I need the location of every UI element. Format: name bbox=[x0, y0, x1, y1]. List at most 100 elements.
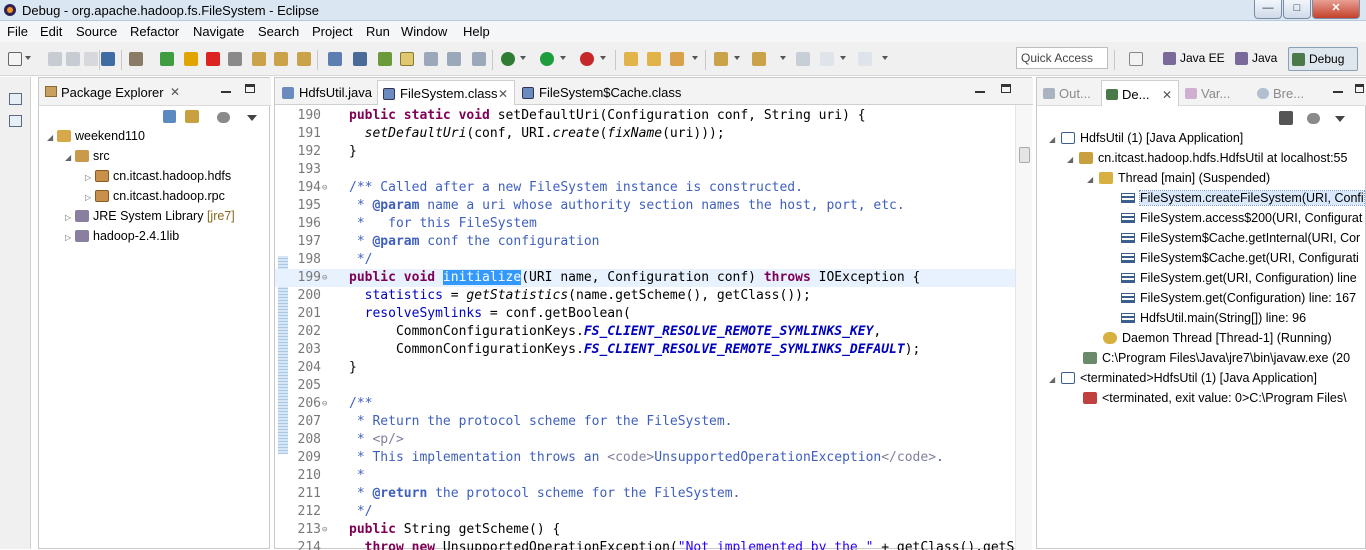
expanded-icon[interactable]: ◢ bbox=[65, 153, 75, 162]
debug-node-daemon-thread[interactable]: Daemon Thread [Thread-1] (Running) bbox=[1103, 329, 1332, 347]
open-task-icon[interactable] bbox=[670, 52, 684, 66]
close-window-button[interactable]: ✕ bbox=[1312, 0, 1360, 19]
toggle-block-selection-icon[interactable] bbox=[424, 52, 438, 66]
tab-outline[interactable]: Out... bbox=[1039, 80, 1099, 106]
debug-node-terminated-process[interactable]: <terminated, exit value: 0>C:\Program Fi… bbox=[1083, 389, 1347, 407]
stack-frame[interactable]: FileSystem$Cache.get(URI, Configurati bbox=[1121, 249, 1359, 267]
new-icon[interactable] bbox=[8, 52, 22, 66]
stack-frame[interactable]: FileSystem.access$200(URI, Configurat bbox=[1121, 209, 1362, 227]
minimize-icon[interactable] bbox=[1333, 91, 1343, 93]
tab-filesystem-class[interactable]: FileSystem.class ✕ bbox=[377, 80, 515, 105]
close-tab-icon[interactable]: ✕ bbox=[1162, 88, 1172, 102]
external-tools-dropdown-arrow[interactable] bbox=[600, 56, 606, 60]
tree-item-src[interactable]: ◢ src bbox=[65, 149, 110, 167]
collapsed-icon[interactable]: ▷ bbox=[65, 233, 75, 242]
expanded-icon[interactable]: ◢ bbox=[1087, 171, 1099, 189]
remove-terminated-icon[interactable] bbox=[1279, 111, 1293, 125]
menu-run[interactable]: Run bbox=[366, 24, 390, 39]
debug-node-process[interactable]: C:\Program Files\Java\jre7\bin\javaw.exe… bbox=[1083, 349, 1350, 367]
step-return-icon[interactable] bbox=[297, 52, 311, 66]
tab-debug[interactable]: De... ✕ bbox=[1101, 80, 1179, 106]
show-whitespace-icon[interactable] bbox=[447, 52, 461, 66]
minimize-icon[interactable] bbox=[975, 91, 985, 93]
open-type-icon[interactable] bbox=[378, 52, 392, 66]
run-dropdown-arrow[interactable] bbox=[560, 56, 566, 60]
menu-project[interactable]: Project bbox=[312, 24, 352, 39]
maximize-button[interactable]: □ bbox=[1283, 0, 1311, 19]
drop-to-frame-icon[interactable] bbox=[353, 52, 367, 66]
perspective-java-ee[interactable]: Java EE bbox=[1160, 47, 1229, 71]
menu-file[interactable]: File bbox=[7, 24, 28, 39]
fold-collapse-icon[interactable]: ⊖ bbox=[322, 269, 327, 287]
fold-collapse-icon[interactable]: ⊖ bbox=[322, 521, 327, 539]
minimize-icon[interactable] bbox=[221, 91, 231, 93]
debug-node-thread-main[interactable]: ◢ Thread [main] (Suspended) bbox=[1087, 169, 1270, 187]
terminate-icon[interactable] bbox=[206, 52, 220, 66]
perspective-debug[interactable]: Debug bbox=[1288, 47, 1358, 71]
stack-frame[interactable]: FileSystem.createFileSystem(URI, Confi bbox=[1121, 189, 1365, 207]
back-icon[interactable] bbox=[820, 52, 834, 66]
maximize-icon[interactable] bbox=[1001, 84, 1011, 93]
debug-node-terminated-launch[interactable]: ◢ <terminated>HdfsUtil (1) [Java Applicat… bbox=[1049, 369, 1317, 387]
step-over-icon[interactable] bbox=[274, 52, 288, 66]
debug-node-launch[interactable]: ◢ HdfsUtil (1) [Java Application] bbox=[1049, 129, 1243, 147]
tree-item-package-rpc[interactable]: ▷ cn.itcast.hadoop.rpc bbox=[85, 189, 225, 207]
menu-help[interactable]: Help bbox=[463, 24, 490, 39]
code-editor[interactable]: 190 public static void setDefaultUri(Conf… bbox=[275, 105, 1015, 550]
expanded-icon[interactable]: ◢ bbox=[1049, 131, 1061, 149]
close-tab-icon[interactable]: ✕ bbox=[170, 85, 180, 99]
stack-frame[interactable]: HdfsUtil.main(String[]) line: 96 bbox=[1121, 309, 1306, 327]
expanded-icon[interactable]: ◢ bbox=[1067, 151, 1079, 169]
next-annotation-icon[interactable] bbox=[714, 52, 728, 66]
menu-window[interactable]: Window bbox=[401, 24, 447, 39]
last-edit-location-icon[interactable] bbox=[796, 52, 810, 66]
menu-source[interactable]: Source bbox=[76, 24, 117, 39]
tab-variables[interactable]: Var... bbox=[1181, 80, 1251, 106]
stack-frame[interactable]: FileSystem$Cache.getInternal(URI, Cor bbox=[1121, 229, 1360, 247]
collapse-all-icon[interactable] bbox=[163, 110, 176, 123]
stack-frame[interactable]: FileSystem.get(Configuration) line: 167 bbox=[1121, 289, 1356, 307]
view-menu-icon[interactable] bbox=[1307, 113, 1320, 124]
stack-frame[interactable]: FileSystem.get(URI, Configuration) line bbox=[1121, 269, 1357, 287]
view-menu-arrow[interactable] bbox=[1335, 116, 1345, 122]
print-icon[interactable] bbox=[84, 52, 98, 66]
save-all-icon[interactable] bbox=[66, 52, 80, 66]
new-dropdown-arrow[interactable] bbox=[25, 56, 31, 60]
show-paragraph-icon[interactable] bbox=[472, 52, 486, 66]
link-with-editor-icon[interactable] bbox=[185, 110, 199, 123]
expanded-icon[interactable]: ◢ bbox=[47, 133, 57, 142]
skip-breakpoints-icon[interactable] bbox=[129, 52, 143, 66]
tree-item-package-hdfs[interactable]: ▷ cn.itcast.hadoop.hdfs bbox=[85, 169, 231, 187]
minimize-button[interactable]: — bbox=[1254, 0, 1282, 19]
fold-collapse-icon[interactable]: ⊖ bbox=[322, 395, 327, 413]
quick-access-field[interactable]: Quick Access bbox=[1016, 47, 1108, 69]
toggle-mark-occurrences-icon[interactable] bbox=[400, 52, 414, 66]
forward-dropdown-arrow[interactable] bbox=[882, 56, 888, 60]
tab-breakpoints[interactable]: Bre... bbox=[1253, 80, 1323, 106]
menu-edit[interactable]: Edit bbox=[40, 24, 62, 39]
tab-hdfsutil-java[interactable]: HdfsUtil.java bbox=[277, 80, 377, 105]
menu-search[interactable]: Search bbox=[258, 24, 299, 39]
run-icon[interactable] bbox=[540, 52, 554, 66]
suspend-icon[interactable] bbox=[184, 52, 198, 66]
forward-icon[interactable] bbox=[858, 52, 872, 66]
back-dropdown-arrow[interactable] bbox=[840, 56, 846, 60]
view-menu-icon[interactable] bbox=[217, 112, 230, 123]
disconnect-icon[interactable] bbox=[228, 52, 242, 66]
expanded-icon[interactable]: ◢ bbox=[1049, 371, 1061, 389]
debug-node-target[interactable]: ◢ cn.itcast.hadoop.hdfs.HdfsUtil at local… bbox=[1067, 149, 1347, 167]
tab-filesystem-cache-class[interactable]: FileSystem$Cache.class bbox=[517, 80, 697, 105]
save-icon[interactable] bbox=[48, 52, 62, 66]
tree-item-hadoop-lib[interactable]: ▷ hadoop-2.4.1lib bbox=[65, 229, 179, 247]
next-annotation-dropdown-arrow[interactable] bbox=[734, 56, 740, 60]
task-dropdown-arrow[interactable] bbox=[692, 56, 698, 60]
minimized-view-icon[interactable] bbox=[9, 115, 22, 127]
step-into-icon[interactable] bbox=[252, 52, 266, 66]
external-tools-icon[interactable] bbox=[580, 52, 594, 66]
new-java-project-icon[interactable] bbox=[624, 52, 638, 66]
perspective-java[interactable]: Java bbox=[1232, 47, 1281, 71]
previous-annotation-dropdown-arrow[interactable] bbox=[780, 56, 786, 60]
previous-annotation-icon[interactable] bbox=[752, 52, 766, 66]
menu-navigate[interactable]: Navigate bbox=[193, 24, 244, 39]
collapsed-icon[interactable]: ▷ bbox=[85, 193, 95, 202]
